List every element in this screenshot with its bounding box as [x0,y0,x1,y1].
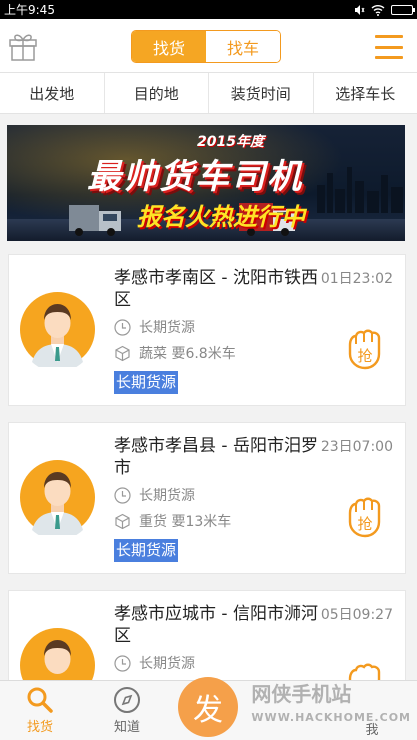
cargo-card[interactable]: 孝感市孝南区 - 沈阳市铁西区 01日23:02 长期货源 蔬菜 要6.8米车 … [8,254,406,406]
tab-find-truck[interactable]: 找车 [206,31,280,62]
filter-bar: 出发地 目的地 装货时间 选择车长 [0,73,417,114]
promo-banner[interactable]: 2015年度 最帅货车司机 报名火热进行中 [7,125,405,241]
tab-find-cargo[interactable]: 找货 [132,31,206,62]
banner-year: 2015年度 [197,134,264,150]
card-route: 孝感市孝昌县 - 岳阳市汨罗市 [114,436,318,478]
status-bar: 上午9:45 [0,0,417,19]
search-icon [27,687,53,713]
filter-destination[interactable]: 目的地 [105,73,209,113]
banner-title: 最帅货车司机 [87,157,303,197]
app-header: 找货 找车 [0,19,417,73]
compass-icon [114,687,140,713]
watermark-url: WWW.HACKHOME.COM [251,711,411,724]
wifi-icon [371,4,385,16]
card-datetime: 01日23:02 [320,271,393,287]
banner-subtitle: 报名火热进行中 [137,203,305,231]
card-tag: 长期货源 [114,539,179,562]
card-source-type: 长期货源 [139,488,195,504]
status-time: 上午9:45 [4,3,55,17]
card-source-row: 长期货源 [114,653,195,673]
clock-icon [114,654,131,672]
card-source-type: 长期货源 [139,320,195,336]
nav-label: 找货 [26,720,53,735]
truck-image [69,205,121,236]
mute-icon [355,4,365,15]
nav-find-cargo[interactable]: 找货 [10,686,70,735]
post-cargo-button[interactable]: 发 [178,677,238,737]
card-route: 孝感市孝南区 - 沈阳市铁西区 [114,268,318,310]
gift-icon[interactable] [8,30,38,62]
driver-avatar-icon [20,292,95,367]
card-source-row: 长期货源 [114,317,195,337]
box-icon [115,345,130,361]
card-cargo-info: 蔬菜 要6.8米车 [139,346,236,362]
card-route: 孝感市应城市 - 信阳市浉河区 [114,604,318,646]
cargo-card[interactable]: 孝感市孝昌县 - 岳阳市汨罗市 23日07:00 长期货源 重货 要13米车 长… [8,422,406,574]
menu-icon[interactable] [375,35,403,59]
box-icon [115,513,130,529]
card-datetime: 23日07:00 [320,439,393,455]
clock-icon [114,318,131,336]
cargo-card[interactable]: 孝感市应城市 - 信阳市浉河区 05日09:27 长期货源 [8,590,406,703]
card-cargo-row: 蔬菜 要6.8米车 [114,343,236,363]
card-source-type: 长期货源 [139,656,195,672]
svg-text:抢: 抢 [357,347,372,365]
filter-load-time[interactable]: 装货时间 [209,73,314,113]
nav-label: 我 [365,723,379,738]
driver-avatar-icon [20,460,95,535]
mode-toggle: 找货 找车 [131,30,281,63]
watermark-title: 网侠手机站 [251,682,352,706]
svg-text:抢: 抢 [357,515,372,533]
nav-label: 知道 [113,720,140,735]
grab-fist-icon[interactable]: 抢 [343,325,387,371]
city-skyline-image [317,167,403,213]
card-tag: 长期货源 [114,371,179,394]
nav-know[interactable]: 知道 [97,686,157,735]
card-source-row: 长期货源 [114,485,195,505]
card-datetime: 05日09:27 [320,607,393,623]
filter-truck-length[interactable]: 选择车长 [314,73,417,113]
card-cargo-info: 重货 要13米车 [139,514,232,530]
grab-fist-icon[interactable]: 抢 [343,493,387,539]
card-cargo-row: 重货 要13米车 [114,511,231,531]
status-icons [353,4,415,16]
battery-icon [391,4,415,15]
clock-icon [114,486,131,504]
watermark: 网侠手机站 WWW.HACKHOME.COM [251,678,411,724]
filter-origin[interactable]: 出发地 [0,73,105,113]
